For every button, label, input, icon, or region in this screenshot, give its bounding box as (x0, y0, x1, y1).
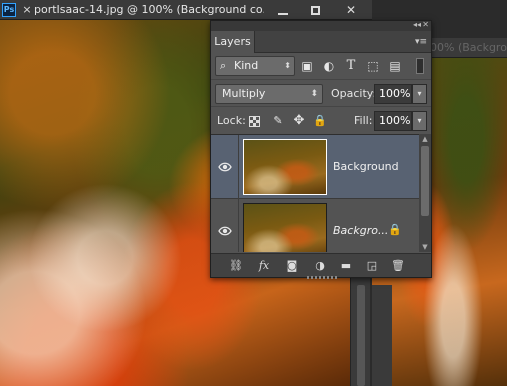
lock-row: Lock: ✎ ✥ 🔒 Fill: 100% ▾ (211, 106, 431, 134)
lock-transparency-icon[interactable] (249, 116, 260, 127)
eye-icon (218, 226, 232, 236)
shape-layer-filter-icon[interactable]: ⬚ (365, 58, 381, 74)
scrollbar-thumb[interactable] (357, 285, 365, 386)
collapse-panel-icon[interactable]: ◂◂ (413, 20, 421, 30)
background-document-title: 00% (Background (430, 41, 507, 54)
layer-thumbnail[interactable] (243, 203, 327, 252)
panel-tabbar: Layers ▾≡ (211, 31, 431, 53)
document-titlebar[interactable]: Ps × portIsaac-14.jpg @ 100% (Background… (0, 0, 372, 20)
link-layers-icon[interactable]: ⛓ (227, 257, 245, 275)
scroll-up-icon[interactable]: ▲ (419, 134, 431, 144)
layer-row[interactable]: Background ... (211, 135, 419, 199)
filter-kind-select[interactable]: ⌕ Kind ⬍ (215, 56, 295, 76)
layers-panel: ◂◂ ✕ Layers ▾≡ ⌕ Kind ⬍ ▣ ◐ T ⬚ ▤ Multip… (210, 20, 432, 279)
photoshop-logo-icon: Ps (2, 3, 16, 17)
layer-locked-icon[interactable]: 🔒 (388, 223, 402, 237)
new-adjustment-layer-icon[interactable]: ◑ (311, 257, 329, 275)
close-panel-icon[interactable]: ✕ (422, 20, 429, 30)
lock-position-icon[interactable]: ✥ (292, 114, 306, 128)
blend-mode-value: Multiply (222, 87, 266, 100)
lock-all-icon[interactable]: 🔒 (313, 114, 327, 128)
panel-header-strip[interactable]: ◂◂ ✕ (211, 20, 431, 31)
lock-label: Lock: (217, 114, 246, 127)
maximize-icon (310, 6, 320, 15)
search-icon: ⌕ (220, 59, 227, 72)
fill-slider-dropdown[interactable]: ▾ (412, 111, 427, 131)
smart-object-filter-icon[interactable]: ▤ (387, 58, 403, 74)
layer-name[interactable]: Background ... (333, 159, 403, 175)
opacity-label: Opacity: (331, 87, 377, 100)
filter-kind-label: Kind (234, 59, 259, 72)
scroll-down-icon[interactable]: ▼ (419, 242, 431, 252)
maximize-button[interactable] (300, 0, 330, 20)
opacity-slider-dropdown[interactable]: ▾ (412, 84, 427, 104)
layer-visibility-toggle[interactable] (211, 199, 239, 252)
layer-visibility-toggle[interactable] (211, 135, 239, 199)
new-group-folder-icon[interactable]: ▬ (337, 257, 355, 275)
layer-filter-row: ⌕ Kind ⬍ ▣ ◐ T ⬚ ▤ (211, 53, 431, 79)
panel-menu-icon[interactable]: ▾≡ (415, 36, 427, 48)
fill-input[interactable]: 100% (374, 111, 412, 131)
scrollbar-thumb[interactable] (421, 146, 429, 216)
chevron-updown-icon: ⬍ (284, 61, 291, 70)
blend-mode-select[interactable]: Multiply ⬍ (215, 84, 323, 104)
new-layer-icon[interactable]: ◲ (363, 257, 381, 275)
layers-bottom-bar: ⛓ fx ◙ ◑ ▬ ◲ 🗑 (211, 253, 431, 277)
background-document-scrollbar[interactable] (372, 285, 392, 386)
type-layer-filter-icon[interactable]: T (343, 58, 359, 74)
add-layer-style-button[interactable]: fx (255, 257, 273, 275)
layer-thumbnail[interactable] (243, 139, 327, 195)
add-layer-mask-icon[interactable]: ◙ (283, 257, 301, 275)
close-window-button[interactable]: ✕ (332, 0, 370, 20)
opacity-input[interactable]: 100% (374, 84, 412, 104)
layer-row[interactable]: Backgro... 🔒 (211, 199, 419, 252)
minimize-icon (278, 12, 288, 15)
close-document-icon[interactable]: × (20, 3, 34, 17)
layers-list-scrollbar[interactable]: ▲ ▼ (419, 134, 431, 252)
document-title: portIsaac-14.jpg @ 100% (Background co..… (34, 3, 264, 16)
minimize-button[interactable] (268, 0, 298, 20)
fill-label: Fill: (354, 114, 373, 127)
delete-layer-icon[interactable]: 🗑 (389, 257, 407, 275)
pixel-layer-filter-icon[interactable]: ▣ (299, 58, 315, 74)
tab-layers[interactable]: Layers (211, 31, 255, 53)
adjustment-layer-filter-icon[interactable]: ◐ (321, 58, 337, 74)
panel-resize-grip[interactable] (307, 276, 339, 279)
layers-list: Background ... Backgro... 🔒 (211, 134, 419, 252)
lock-image-pixels-icon[interactable]: ✎ (271, 114, 285, 128)
chevron-updown-icon: ⬍ (310, 89, 318, 99)
blend-row: Multiply ⬍ Opacity: 100% ▾ (211, 79, 431, 105)
filter-toggle-switch[interactable] (416, 58, 424, 74)
eye-icon (218, 162, 232, 172)
